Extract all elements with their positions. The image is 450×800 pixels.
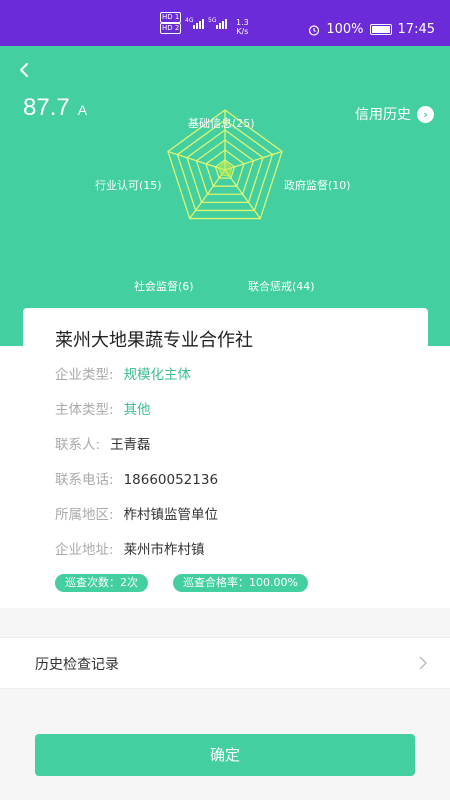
field-label: 企业类型: (55, 367, 114, 383)
net-speed-value: 1.3 (236, 18, 249, 27)
history-inspection-label: 历史检查记录 (35, 657, 119, 673)
alarm-icon (309, 24, 320, 36)
credit-score: 87.7 A (23, 94, 87, 122)
radar-label-basic-info: 基础信息(25) (188, 117, 255, 130)
inspection-count-badge: 巡查次数：2次 (55, 574, 148, 592)
sim-indicators: HD 1 HD 2 (160, 12, 183, 34)
score-grade: A (77, 102, 88, 118)
field-value: 柞村镇监管单位 (123, 507, 219, 523)
net-speed-unit: K/s (236, 27, 249, 36)
hd2-badge: HD 2 (160, 23, 182, 34)
status-bar: HD 1 HD 2 4G 5G 1.3 K/s 100% 17:45 (0, 0, 450, 46)
score-value: 87.7 (23, 94, 70, 121)
field-value: 规模化主体 (123, 367, 192, 383)
company-card (23, 308, 428, 608)
signal-icon: 4G 5G (185, 17, 227, 29)
field-phone: 联系电话: 18660052136 (55, 468, 218, 488)
status-right: 100% 17:45 (308, 22, 435, 37)
field-label: 所属地区: (55, 507, 114, 523)
field-value: 王青磊 (110, 437, 151, 453)
field-label: 联系人: (55, 437, 101, 453)
hd1-badge: HD 1 (160, 12, 182, 23)
radar-label-gov-supervision: 政府监督(10) (284, 179, 351, 192)
field-region: 所属地区: 柞村镇监管单位 (55, 503, 218, 523)
credit-history-link[interactable]: 信用历史 › (355, 104, 434, 124)
net-speed: 1.3 K/s (236, 18, 249, 36)
history-inspection-row[interactable]: 历史检查记录 (0, 638, 450, 688)
radar-label-social-supervision: 社会监督(6) (134, 280, 194, 293)
field-entity-type: 主体类型: 其他 (55, 398, 151, 418)
signal-type-2: 5G (208, 17, 217, 24)
pass-rate-badge: 巡查合格率：100.00% (173, 574, 308, 592)
field-label: 主体类型: (55, 402, 114, 418)
credit-history-label: 信用历史 (355, 107, 411, 123)
field-value: 莱州市柞村镇 (123, 542, 205, 558)
field-value: 其他 (123, 402, 151, 418)
clock: 17:45 (397, 22, 435, 37)
chevron-right-icon (419, 656, 427, 670)
battery-text: 100% (326, 22, 364, 37)
arrow-right-circle-icon: › (417, 105, 434, 123)
field-contact: 联系人: 王青磊 (55, 433, 151, 453)
field-value: 18660052136 (123, 472, 219, 488)
radar-spoke (224, 150, 283, 171)
chevron-left-icon[interactable] (14, 58, 38, 82)
confirm-button[interactable]: 确定 (35, 734, 415, 776)
radar-spoke (167, 150, 226, 171)
field-address: 企业地址: 莱州市柞村镇 (55, 538, 205, 558)
radar-label-industry-recognition: 行业认可(15) (95, 179, 162, 192)
divider (0, 688, 450, 689)
battery-icon (369, 24, 392, 35)
field-enterprise-type: 企业类型: 规模化主体 (55, 363, 191, 383)
field-label: 企业地址: (55, 542, 114, 558)
signal-type-1: 4G (185, 17, 194, 24)
company-name: 莱州大地果蔬专业合作社 (55, 330, 253, 351)
radar-label-joint-discipline: 联合惩戒(44) (248, 280, 315, 293)
field-label: 联系电话: (55, 472, 114, 488)
